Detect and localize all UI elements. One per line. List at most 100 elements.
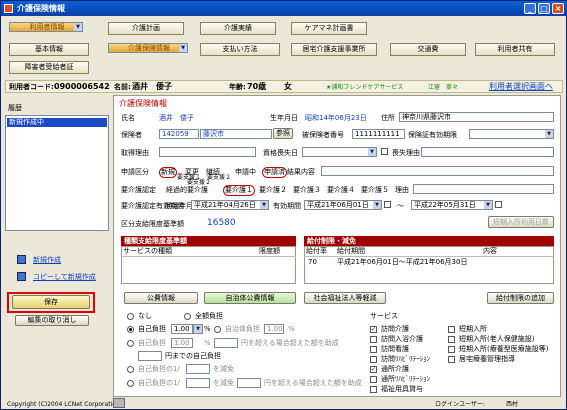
cert-valid-select[interactable]: [469, 129, 554, 139]
svc-daycare-label: 通所介護: [381, 365, 409, 373]
cancel-edit-button[interactable]: 編集の取り消し: [15, 315, 89, 326]
burden-self-rate[interactable]: 1.00: [171, 324, 193, 334]
loss-date-select[interactable]: [302, 147, 377, 157]
self-frac-value[interactable]: [186, 364, 210, 374]
grid2-row-period[interactable]: 平成21年06月01日～平成21年06月30日: [337, 258, 467, 267]
tab-care-results[interactable]: 介護実績: [200, 22, 276, 35]
insurer-ref-button[interactable]: 参照: [273, 128, 293, 139]
address-label: 住所: [381, 114, 395, 122]
tab-disability-cert[interactable]: 障害者受給者証: [9, 61, 89, 74]
burden-self-rate-dropdown[interactable]: [193, 324, 203, 334]
new-create-link[interactable]: 新規作成: [33, 256, 61, 265]
burden-self2-radio[interactable]: [127, 340, 134, 347]
save-button[interactable]: 保存: [12, 295, 90, 309]
tab-user-info[interactable]: 利用者情報: [9, 22, 83, 32]
care-level-4[interactable]: 要介護４: [327, 186, 355, 195]
svc-equipment-checkbox[interactable]: [370, 386, 377, 393]
burden-local-radio[interactable]: [214, 326, 221, 333]
burden-over-amount[interactable]: [214, 338, 238, 348]
tab-payment-method[interactable]: 支払い方法: [200, 43, 280, 56]
short-stay-days-button[interactable]: 短期入所利用日数: [488, 216, 554, 228]
public-info-button[interactable]: 公費情報: [124, 292, 198, 304]
burden-none-radio[interactable]: [127, 313, 134, 320]
minimize-button[interactable]: _: [524, 3, 536, 14]
printer-icon[interactable]: [113, 398, 125, 408]
self-frac-radio[interactable]: [127, 366, 134, 373]
burden-local-rate[interactable]: 1.00: [264, 324, 284, 334]
self-frac2-radio[interactable]: [127, 380, 134, 387]
local-public-info-button[interactable]: 自治体公費情報: [204, 292, 296, 304]
period-start-select[interactable]: 平成21年04月26日: [191, 200, 269, 210]
history-list[interactable]: 新規作成中: [5, 115, 109, 231]
valid-label: 有効期間: [273, 202, 301, 210]
window-title: 介護保険情報: [17, 4, 65, 13]
self-frac-label: 自己負担の1/: [138, 365, 180, 373]
apply-done[interactable]: 申請済: [262, 167, 287, 178]
svc-daycare-checkbox[interactable]: ✓: [370, 366, 377, 373]
valid-end-select[interactable]: 平成22年05月31日: [411, 200, 493, 210]
care-reason-field[interactable]: [413, 184, 554, 194]
tab-caremgr-plan[interactable]: ケアマネ計画書: [291, 22, 367, 35]
care-level-2[interactable]: 要介護２: [259, 186, 287, 195]
valid-start-select[interactable]: 平成21年06月01日: [304, 200, 382, 210]
self-frac2-amount[interactable]: [237, 378, 261, 388]
close-button[interactable]: ×: [552, 3, 564, 14]
tab-basic-info[interactable]: 基本情報: [9, 43, 89, 56]
address-field[interactable]: 神奈川県藤沢市: [399, 112, 554, 122]
copy-create-link[interactable]: コピーして新規作成: [33, 273, 96, 282]
login-label: ログインユーザー:: [435, 401, 485, 408]
insurer-code-field[interactable]: 142059: [159, 129, 199, 139]
burden-full-radio[interactable]: [184, 313, 191, 320]
svc-short-stay-medical-checkbox[interactable]: [448, 346, 455, 353]
tab-care-plan[interactable]: 介護計画: [108, 22, 184, 35]
care-level-3[interactable]: 要介護３: [293, 186, 321, 195]
svc-nursing-checkbox[interactable]: [370, 346, 377, 353]
insured-no-field[interactable]: 1111111111: [352, 129, 405, 139]
login-user: 西村: [506, 401, 519, 408]
valid-start-checkbox[interactable]: [384, 201, 391, 208]
result-field[interactable]: [321, 166, 554, 176]
loss-checkbox[interactable]: [381, 148, 388, 155]
burden-none-label: なし: [138, 312, 152, 320]
tab-insurance-info[interactable]: 介護保険情報: [108, 43, 188, 53]
title-bar[interactable]: 介護保険情報 _ □ ×: [1, 1, 567, 16]
svc-short-stay-health-checkbox[interactable]: [448, 336, 455, 343]
list-item[interactable]: 新規作成中: [7, 118, 107, 127]
burden-self-radio[interactable]: [127, 326, 134, 333]
user-code: 0900006542: [54, 82, 110, 91]
valid-end-checkbox[interactable]: [495, 201, 502, 208]
yen-self-label: 円までの自己負担: [165, 352, 221, 360]
apply-new[interactable]: 新規: [159, 167, 177, 178]
loss-reason-field[interactable]: [421, 147, 554, 157]
yen-self-amount[interactable]: [138, 351, 162, 361]
acquire-reason-label: 取得理由: [121, 149, 149, 157]
apply-pending[interactable]: 申請中: [235, 168, 256, 177]
welfare-reduction-button[interactable]: 社会福祉法人等軽減: [304, 292, 386, 304]
svc-rehab-checkbox[interactable]: [370, 356, 377, 363]
tab-support-office[interactable]: 居宅介護支援事業所: [291, 43, 377, 56]
svc-rehab-label: 訪問ﾘﾊﾋﾞﾘﾃｰｼｮﾝ: [381, 355, 430, 363]
self-frac2-value[interactable]: [186, 378, 210, 388]
care-level-transitional[interactable]: 経過的要介護: [166, 186, 208, 195]
burden-self-pct: %: [204, 325, 211, 333]
svc-dayrehab-checkbox[interactable]: [370, 376, 377, 383]
burden-local-pct: %: [288, 325, 295, 333]
tab-transport[interactable]: 交通費: [390, 43, 466, 56]
acquire-reason-field[interactable]: [159, 147, 256, 157]
history-label: 履歴: [8, 104, 22, 112]
insurer-city-field[interactable]: 藤沢市: [200, 129, 272, 139]
care-level-5[interactable]: 要介護５: [361, 186, 389, 195]
svc-bath-checkbox[interactable]: [370, 336, 377, 343]
tab-user-share[interactable]: 利用者共有: [475, 43, 555, 56]
svc-short-stay-checkbox[interactable]: [448, 326, 455, 333]
burden-self2-rate[interactable]: 1.00: [171, 338, 193, 348]
grid2-row-rate[interactable]: 70: [308, 258, 317, 267]
user-select-link[interactable]: 利用者選択画面へ: [489, 82, 553, 91]
care-level-1[interactable]: 要介護１: [223, 185, 255, 196]
svc-home-mgmt-checkbox[interactable]: [448, 356, 455, 363]
add-limit-button[interactable]: 給付制限の追加: [487, 292, 554, 304]
grid2-header-rule: [304, 256, 554, 257]
maximize-button[interactable]: □: [538, 3, 550, 14]
birth-label: 生年月日: [270, 114, 298, 122]
svc-home-care-checkbox[interactable]: ✓: [370, 326, 377, 333]
